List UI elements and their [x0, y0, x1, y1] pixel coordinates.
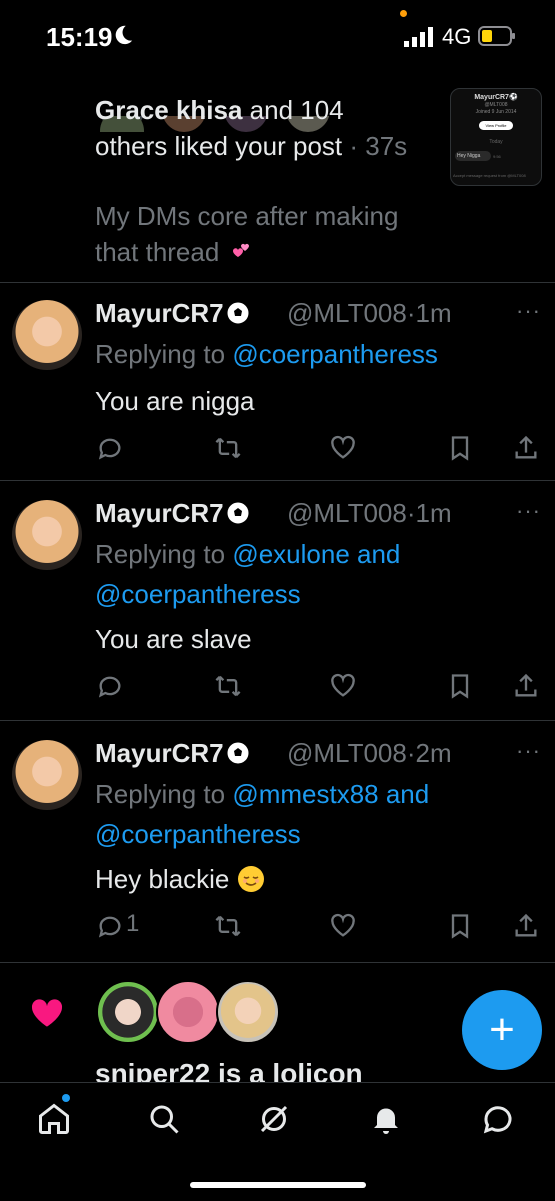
tweet-text: Hey blackie	[95, 864, 265, 895]
thumb-view-profile: View Profile	[479, 121, 513, 130]
tweet-author-name[interactable]: MayurCR7	[95, 738, 250, 769]
avatar[interactable]	[156, 980, 220, 1044]
mention-link[interactable]: @coerpantheress	[95, 819, 301, 849]
reply-count: 1	[126, 910, 140, 937]
tweet-author-name[interactable]: MayurCR7	[95, 298, 250, 329]
tweet[interactable]: MayurCR7 @MLT008·2m ··· Replying to @mme…	[0, 720, 555, 963]
avatar[interactable]	[12, 300, 82, 370]
thumb-footer: Accept message request from @MLT008	[453, 173, 526, 178]
moon-icon	[115, 25, 133, 45]
replying-to: Replying to @coerpantheress	[95, 339, 438, 369]
soccer-ball-icon	[226, 301, 250, 325]
replying-to: Replying to @exulone and @coerpantheress	[95, 539, 401, 609]
mention-link[interactable]: @mmestx88 and	[232, 779, 429, 809]
thumb-message: Hey Nigga	[455, 151, 491, 161]
signal-icon	[404, 27, 433, 47]
tweet-handle[interactable]: @MLT008·1m	[287, 498, 452, 529]
tweet-handle[interactable]: @MLT008·1m	[287, 298, 452, 329]
bookmark-icon[interactable]	[446, 672, 476, 702]
tweet-handle[interactable]: @MLT008·2m	[287, 738, 452, 769]
share-icon[interactable]	[512, 434, 542, 464]
replying-to: Replying to @mmestx88 and @coerpantheress	[95, 779, 430, 849]
reply-icon[interactable]	[96, 672, 126, 702]
retweet-icon[interactable]	[214, 912, 244, 942]
more-options-button[interactable]: ···	[516, 298, 541, 324]
post-thumbnail[interactable]: MayurCR7⚽ @MLT008 Joined 9 Jun 2014 View…	[450, 88, 542, 186]
grok-icon[interactable]	[256, 1101, 296, 1141]
thumb-name: MayurCR7⚽	[474, 94, 518, 101]
compose-button[interactable]: +	[462, 990, 542, 1070]
like-icon[interactable]	[329, 672, 359, 702]
search-icon[interactable]	[146, 1101, 186, 1141]
mention-link[interactable]: @exulone and	[232, 539, 400, 569]
battery-icon	[478, 26, 515, 46]
home-indicator	[190, 1182, 366, 1188]
like-icon[interactable]	[329, 912, 359, 942]
network-type: 4G	[442, 24, 472, 49]
like-notification[interactable]: Grace khisa and 104 others liked your po…	[0, 58, 555, 283]
tweet-text: You are slave	[95, 624, 252, 654]
status-time: 15:19	[46, 22, 113, 52]
like-icon[interactable]	[329, 434, 359, 464]
avatar[interactable]	[12, 740, 82, 810]
share-icon[interactable]	[512, 672, 542, 702]
more-options-button[interactable]: ···	[516, 738, 541, 764]
notification-text: Grace khisa and 104 others liked your po…	[95, 95, 408, 161]
soccer-ball-icon	[226, 741, 250, 765]
notification-actor[interactable]: Grace khisa	[95, 95, 242, 125]
mention-link[interactable]: @coerpantheress	[95, 579, 301, 609]
avatar[interactable]	[12, 500, 82, 570]
notifications-icon[interactable]	[368, 1101, 408, 1141]
thumb-joined: Joined 9 Jun 2014	[475, 109, 517, 115]
mention-link[interactable]: @coerpantheress	[232, 339, 438, 369]
home-icon[interactable]	[36, 1101, 76, 1141]
notification-time: 37s	[365, 131, 408, 161]
share-icon[interactable]	[512, 912, 542, 942]
tweet-actions	[0, 672, 555, 702]
bookmark-icon[interactable]	[446, 434, 476, 464]
heart-icon	[31, 999, 63, 1027]
retweet-icon[interactable]	[214, 434, 244, 464]
more-options-button[interactable]: ···	[516, 498, 541, 524]
tweet[interactable]: MayurCR7 @MLT008·1m ··· Replying to @coe…	[0, 282, 555, 481]
reply-icon[interactable]	[96, 912, 126, 942]
retweet-icon[interactable]	[214, 672, 244, 702]
tweet[interactable]: MayurCR7 @MLT008·1m ··· Replying to @exu…	[0, 480, 555, 721]
thumb-msg-time: 9:56	[493, 154, 501, 159]
relieved-face-icon	[237, 866, 264, 892]
tweet-author-name[interactable]: MayurCR7	[95, 498, 250, 529]
avatar[interactable]	[216, 980, 280, 1044]
avatar[interactable]	[96, 980, 160, 1044]
thumb-handle: @MLT008	[484, 102, 508, 108]
two-hearts-icon	[232, 243, 249, 257]
tweet-actions	[0, 434, 555, 464]
reply-icon[interactable]	[96, 434, 126, 464]
tweet-text: You are nigga	[95, 386, 255, 416]
tweet-actions: 1	[0, 910, 555, 942]
messages-icon[interactable]	[480, 1101, 520, 1141]
bookmark-icon[interactable]	[446, 912, 476, 942]
notification-quote: My DMs core after making that thread	[95, 201, 399, 267]
privacy-indicator	[400, 10, 407, 17]
soccer-ball-icon	[226, 501, 250, 525]
thumb-day: Today	[489, 139, 503, 145]
unread-dot	[62, 1094, 70, 1102]
